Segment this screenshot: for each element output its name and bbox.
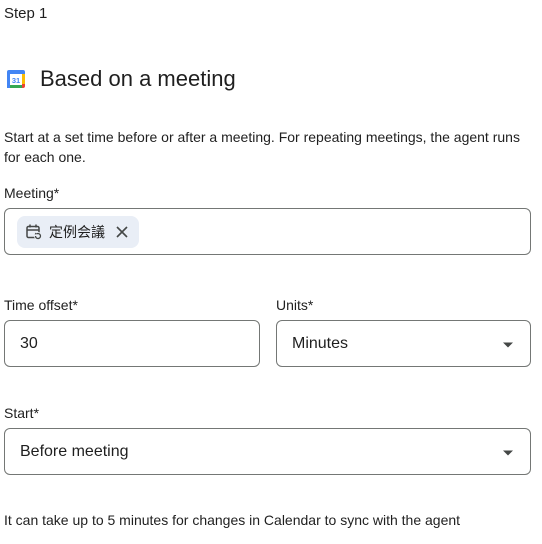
- step-panel: Step 1 31 Based on a meeting Start at a …: [0, 0, 542, 544]
- start-selected-value: Before meeting: [20, 442, 129, 460]
- sync-note: It can take up to 5 minutes for changes …: [4, 512, 461, 528]
- close-icon[interactable]: [115, 225, 129, 239]
- time-offset-input[interactable]: 30: [4, 320, 260, 367]
- section-header: 31 Based on a meeting: [6, 66, 236, 92]
- meeting-field[interactable]: 定例会議: [4, 208, 531, 255]
- meeting-chip[interactable]: 定例会議: [17, 216, 139, 248]
- section-description: Start at a set time before or after a me…: [4, 129, 520, 165]
- units-label: Units*: [276, 297, 314, 313]
- start-label: Start*: [4, 405, 40, 421]
- dropdown-arrow-icon: [503, 342, 513, 347]
- step-label: Step 1: [4, 5, 48, 22]
- time-offset-value: 30: [20, 334, 38, 352]
- meeting-label: Meeting*: [4, 185, 60, 201]
- time-offset-label: Time offset*: [4, 297, 78, 313]
- units-select[interactable]: Minutes: [276, 320, 531, 367]
- section-title: Based on a meeting: [40, 66, 236, 91]
- svg-text:31: 31: [12, 76, 20, 85]
- google-calendar-icon: 31: [7, 70, 25, 88]
- dropdown-arrow-icon: [503, 450, 513, 455]
- meeting-chip-label: 定例会議: [49, 224, 105, 240]
- calendar-repeat-icon: [26, 224, 42, 240]
- units-selected-value: Minutes: [292, 334, 349, 352]
- start-select[interactable]: Before meeting: [4, 428, 531, 475]
